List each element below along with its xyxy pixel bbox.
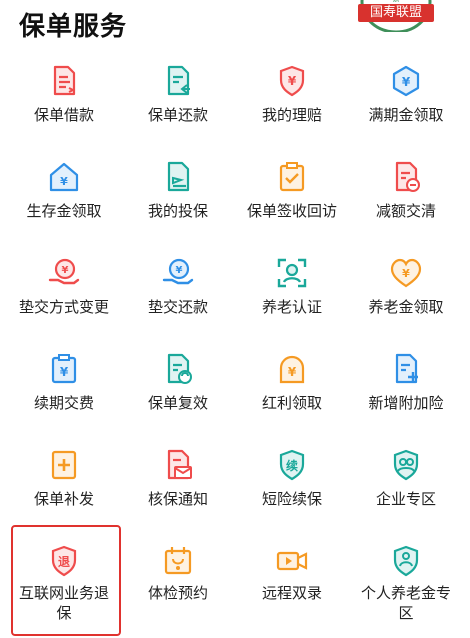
svg-text:¥: ¥: [288, 365, 297, 379]
shield-renew-icon: 续: [275, 448, 309, 482]
badge-label: 国寿联盟: [358, 4, 434, 22]
service-item[interactable]: ¥ 垫交方式变更: [7, 244, 121, 340]
clipboard-yen-icon: ¥: [47, 352, 81, 386]
document-list-icon: [47, 64, 81, 98]
service-item[interactable]: 退互联网业务退保: [7, 532, 121, 628]
service-item[interactable]: ¥ 红利领取: [235, 340, 349, 436]
shield-yen-icon: ¥: [275, 64, 309, 98]
service-item[interactable]: 续短险续保: [235, 436, 349, 532]
svg-text:紫: 紫: [393, 0, 400, 3]
face-scan-icon: [275, 256, 309, 290]
document-send-icon: [161, 160, 195, 194]
service-label: 保单复效: [147, 394, 208, 412]
arch-yen-icon: ¥: [275, 352, 309, 386]
service-item[interactable]: ¥ 我的理赔: [235, 52, 349, 148]
service-item[interactable]: 保单借款: [7, 52, 121, 148]
service-item[interactable]: ¥ 生存金领取: [7, 148, 121, 244]
service-label: 保单借款: [33, 106, 94, 124]
service-label: 我的投保: [147, 202, 208, 220]
service-item[interactable]: 减额交清: [349, 148, 463, 244]
shield-withdraw-icon: 退: [47, 544, 81, 578]
service-label: 短险续保: [261, 490, 322, 508]
service-label: 远程双录: [261, 584, 322, 602]
service-label: 保单补发: [33, 490, 94, 508]
document-plus-icon: [389, 352, 423, 386]
video-record-icon: [275, 544, 309, 578]
svg-text:¥: ¥: [176, 265, 183, 276]
service-label: 企业专区: [375, 490, 436, 508]
service-item[interactable]: 养老认证: [235, 244, 349, 340]
service-grid: 保单借款 保单还款 ¥ 我的理赔 ¥ 满期金领取 ¥ 生存金领取 我的投保 保单签收回访 减额交清 ¥…: [7, 52, 463, 628]
pension-shield-icon: [389, 544, 423, 578]
service-item[interactable]: 个人养老金专区: [349, 532, 463, 628]
service-item[interactable]: 远程双录: [235, 532, 349, 628]
service-label: 减额交清: [375, 202, 436, 220]
document-add-icon: [47, 448, 81, 482]
service-label: 垫交还款: [147, 298, 208, 316]
service-item[interactable]: ¥ 垫交还款: [121, 244, 235, 340]
svg-text:¥: ¥: [402, 75, 411, 89]
service-item[interactable]: 保单签收回访: [235, 148, 349, 244]
service-row: ¥ 垫交方式变更 ¥ 垫交还款 养老认证 ¥ 养老金领取: [7, 244, 463, 340]
service-item[interactable]: 新增附加险: [349, 340, 463, 436]
doc-envelope-icon: [161, 448, 195, 482]
service-row: ¥ 续期交费 保单复效 ¥ 红利领取 新增附加险: [7, 340, 463, 436]
service-label: 个人养老金专区: [360, 584, 451, 622]
service-item[interactable]: 保单复效: [121, 340, 235, 436]
service-label: 养老认证: [261, 298, 322, 316]
service-row: 保单借款 保单还款 ¥ 我的理赔 ¥ 满期金领取: [7, 52, 463, 148]
service-label: 新增附加险: [368, 394, 444, 412]
service-item[interactable]: ¥ 满期金领取: [349, 52, 463, 148]
service-row: 退互联网业务退保 体检预约 远程双录 个人养老金专区: [7, 532, 463, 628]
document-return-icon: [161, 64, 195, 98]
people-shield-icon: [389, 448, 423, 482]
calendar-medical-icon: [161, 544, 195, 578]
service-item[interactable]: 核保通知: [121, 436, 235, 532]
service-row: ¥ 生存金领取 我的投保 保单签收回访 减额交清: [7, 148, 463, 244]
svg-text:¥: ¥: [288, 74, 297, 88]
svg-text:¥: ¥: [402, 267, 410, 280]
service-label: 互联网业务退保: [18, 584, 109, 622]
hand-yen-icon: ¥: [47, 256, 81, 290]
hand-coin-icon: ¥: [161, 256, 195, 290]
hexagon-yen-icon: ¥: [389, 64, 423, 98]
service-label: 保单签收回访: [246, 202, 337, 220]
heart-yen-icon: ¥: [389, 256, 423, 290]
service-label: 续期交费: [33, 394, 94, 412]
brand-badge: 紫 国寿联盟: [354, 0, 438, 32]
service-label: 核保通知: [147, 490, 208, 508]
service-item[interactable]: 保单补发: [7, 436, 121, 532]
clipboard-check-icon: [275, 160, 309, 194]
house-yen-icon: ¥: [47, 160, 81, 194]
service-label: 生存金领取: [26, 202, 102, 220]
service-label: 满期金领取: [368, 106, 444, 124]
service-label: 保单还款: [147, 106, 208, 124]
service-row: 保单补发 核保通知续短险续保 企业专区: [7, 436, 463, 532]
service-item[interactable]: ¥ 续期交费: [7, 340, 121, 436]
service-label: 体检预约: [147, 584, 208, 602]
service-label: 我的理赔: [261, 106, 322, 124]
document-refresh-icon: [161, 352, 195, 386]
svg-text:退: 退: [58, 555, 70, 569]
service-item[interactable]: 保单还款: [121, 52, 235, 148]
service-label: 养老金领取: [368, 298, 444, 316]
svg-text:¥: ¥: [60, 365, 69, 379]
svg-text:续: 续: [286, 458, 298, 473]
service-item[interactable]: 企业专区: [349, 436, 463, 532]
service-label: 红利领取: [261, 394, 322, 412]
service-item[interactable]: 我的投保: [121, 148, 235, 244]
service-item[interactable]: ¥ 养老金领取: [349, 244, 463, 340]
page-title: 保单服务: [19, 12, 128, 42]
document-minus-icon: [389, 160, 423, 194]
service-item[interactable]: 体检预约: [121, 532, 235, 628]
service-label: 垫交方式变更: [18, 298, 109, 316]
svg-text:¥: ¥: [60, 175, 68, 188]
svg-text:¥: ¥: [62, 265, 69, 276]
